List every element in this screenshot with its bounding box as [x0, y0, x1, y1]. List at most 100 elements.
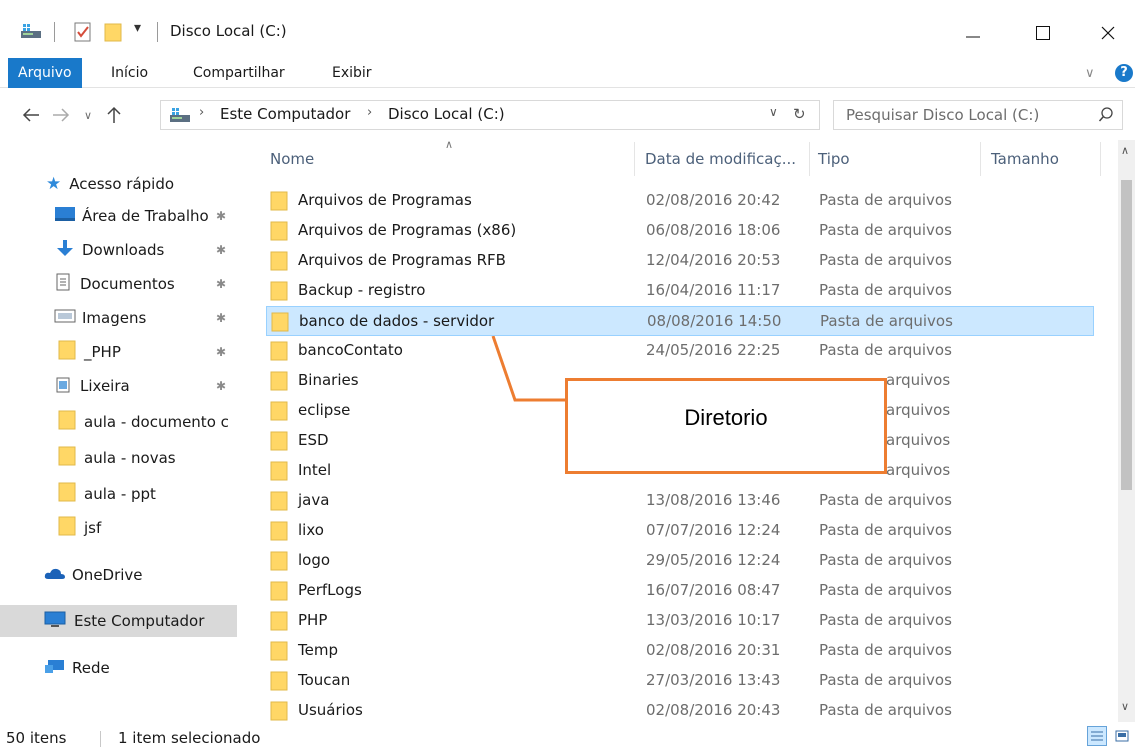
breadcrumb-este-computador[interactable]: Este Computador	[220, 105, 350, 123]
recycle-bin-icon	[56, 375, 70, 397]
navigation-bar: ∨ › Este Computador › Disco Local (C:) ∨…	[0, 96, 1135, 136]
pictures-icon	[54, 308, 76, 328]
forward-arrow-icon[interactable]	[50, 104, 72, 126]
file-row[interactable]: bancoContato 24/05/2016 22:25 Pasta de a…	[266, 336, 1094, 366]
column-header-data[interactable]: Data de modificaç...	[645, 150, 796, 168]
search-box[interactable]: Pesquisar Disco Local (C:)	[833, 100, 1123, 130]
separator	[54, 22, 55, 42]
this-pc-icon	[44, 610, 66, 632]
breadcrumb-chevron-icon[interactable]: ›	[367, 105, 372, 120]
tab-inicio[interactable]: Início	[101, 58, 158, 88]
folder-icon	[270, 701, 288, 722]
sidebar-item-aula-ppt[interactable]: aula - ppt	[0, 478, 237, 510]
file-row[interactable]: Usuários 02/08/2016 20:43 Pasta de arqui…	[266, 696, 1094, 722]
annotation-callout: Diretorio	[565, 378, 887, 474]
sidebar-item-imagens[interactable]: Imagens ✱	[0, 302, 237, 334]
file-row[interactable]: Arquivos de Programas RFB 12/04/2016 20:…	[266, 246, 1094, 276]
sidebar-item-downloads[interactable]: Downloads ✱	[0, 234, 237, 266]
onedrive-cloud-icon	[44, 566, 66, 584]
sidebar-item-jsf[interactable]: jsf	[0, 512, 237, 544]
folder-icon	[58, 340, 76, 364]
sidebar-item-lixeira[interactable]: Lixeira ✱	[0, 370, 237, 402]
column-divider[interactable]	[634, 142, 635, 176]
address-bar[interactable]: › Este Computador › Disco Local (C:) ∨ ↻	[160, 100, 820, 130]
refresh-icon[interactable]: ↻	[793, 105, 806, 123]
recent-locations-chevron-icon[interactable]: ∨	[77, 104, 99, 126]
search-icon[interactable]	[1098, 107, 1114, 127]
drive-icon[interactable]	[20, 22, 42, 44]
folder-icon	[270, 461, 288, 485]
file-row-selected[interactable]: banco de dados - servidor 08/08/2016 14:…	[266, 306, 1094, 336]
tab-compartilhar[interactable]: Compartilhar	[183, 58, 295, 88]
folder-icon	[58, 516, 76, 540]
scrollbar-thumb[interactable]	[1121, 180, 1132, 490]
sidebar-item-rede[interactable]: Rede	[0, 652, 237, 684]
breadcrumb-chevron-icon[interactable]: ›	[199, 105, 204, 120]
folder-icon	[270, 371, 288, 395]
file-row[interactable]: logo 29/05/2016 12:24 Pasta de arquivos	[266, 546, 1094, 576]
separator	[100, 731, 101, 747]
sidebar-item-acesso-rapido[interactable]: ★ Acesso rápido	[0, 168, 237, 200]
folder-icon	[270, 431, 288, 455]
column-divider[interactable]	[1100, 142, 1101, 176]
properties-checkmark-icon[interactable]	[74, 22, 92, 46]
tab-arquivo[interactable]: Arquivo	[8, 58, 82, 88]
title-bar: ▾ Disco Local (C:)	[0, 0, 1135, 58]
vertical-scrollbar[interactable]: ∧ ∨	[1118, 140, 1135, 722]
file-row[interactable]: Arquivos de Programas (x86) 06/08/2016 1…	[266, 216, 1094, 246]
documents-icon	[56, 273, 70, 295]
minimize-button[interactable]	[950, 14, 996, 52]
pin-icon[interactable]: ✱	[216, 243, 226, 257]
new-folder-icon[interactable]	[104, 22, 122, 46]
desktop-icon	[54, 206, 76, 226]
file-row[interactable]: Arquivos de Programas 02/08/2016 20:42 P…	[266, 186, 1094, 216]
file-row[interactable]: java 13/08/2016 13:46 Pasta de arquivos	[266, 486, 1094, 516]
sidebar-item-area-de-trabalho[interactable]: Área de Trabalho ✱	[0, 200, 237, 232]
address-dropdown-chevron-icon[interactable]: ∨	[769, 105, 778, 119]
column-divider[interactable]	[809, 142, 810, 176]
column-header-tamanho[interactable]: Tamanho	[991, 150, 1059, 168]
sidebar-item-aula-documento[interactable]: aula - documento c	[0, 406, 237, 438]
file-row[interactable]: PHP 13/03/2016 10:17 Pasta de arquivos	[266, 606, 1094, 636]
maximize-button[interactable]	[1020, 14, 1066, 52]
folder-icon	[270, 551, 288, 575]
scroll-down-icon[interactable]: ∨	[1121, 700, 1129, 713]
column-divider[interactable]	[980, 142, 981, 176]
sidebar-item-aula-novas[interactable]: aula - novas	[0, 442, 237, 474]
file-row[interactable]: Temp 02/08/2016 20:31 Pasta de arquivos	[266, 636, 1094, 666]
scroll-up-icon[interactable]: ∧	[1121, 144, 1129, 157]
expand-ribbon-chevron-icon[interactable]: ∨	[1085, 66, 1095, 81]
help-icon[interactable]: ?	[1115, 64, 1133, 82]
navigation-pane: ★ Acesso rápido Área de Trabalho ✱ Downl…	[0, 140, 248, 722]
file-row[interactable]: Backup - registro 16/04/2016 11:17 Pasta…	[266, 276, 1094, 306]
search-input[interactable]: Pesquisar Disco Local (C:)	[846, 106, 1039, 124]
file-row[interactable]: PerfLogs 16/07/2016 08:47 Pasta de arqui…	[266, 576, 1094, 606]
file-row[interactable]: Toucan 27/03/2016 13:43 Pasta de arquivo…	[266, 666, 1094, 696]
customize-dropdown-icon[interactable]: ▾	[134, 20, 141, 36]
sidebar-item-este-computador[interactable]: Este Computador	[0, 605, 237, 637]
sidebar-item-php[interactable]: _PHP ✱	[0, 336, 237, 368]
close-button[interactable]	[1085, 14, 1131, 52]
back-arrow-icon[interactable]	[20, 104, 42, 126]
up-arrow-icon[interactable]	[103, 104, 125, 126]
folder-icon	[270, 191, 288, 215]
column-header-nome[interactable]: Nome	[270, 150, 314, 168]
breadcrumb-disco-local[interactable]: Disco Local (C:)	[388, 105, 505, 123]
pin-icon[interactable]: ✱	[216, 209, 226, 223]
tab-exibir[interactable]: Exibir	[322, 58, 382, 88]
large-icons-view-icon[interactable]	[1112, 726, 1132, 746]
pin-icon[interactable]: ✱	[216, 311, 226, 325]
pin-icon[interactable]: ✱	[216, 379, 226, 393]
sidebar-item-documentos[interactable]: Documentos ✱	[0, 268, 237, 300]
column-header-tipo[interactable]: Tipo	[818, 150, 850, 168]
folder-icon	[58, 410, 76, 434]
details-view-icon[interactable]	[1087, 726, 1107, 746]
pin-icon[interactable]: ✱	[216, 345, 226, 359]
pin-icon[interactable]: ✱	[216, 277, 226, 291]
folder-icon	[270, 251, 288, 275]
maximize-icon	[1036, 26, 1050, 40]
ribbon-tabs: Arquivo Início Compartilhar Exibir ∨ ?	[0, 58, 1135, 88]
file-row[interactable]: lixo 07/07/2016 12:24 Pasta de arquivos	[266, 516, 1094, 546]
annotation-label: Diretorio	[684, 405, 768, 430]
sidebar-item-onedrive[interactable]: OneDrive	[0, 559, 237, 591]
